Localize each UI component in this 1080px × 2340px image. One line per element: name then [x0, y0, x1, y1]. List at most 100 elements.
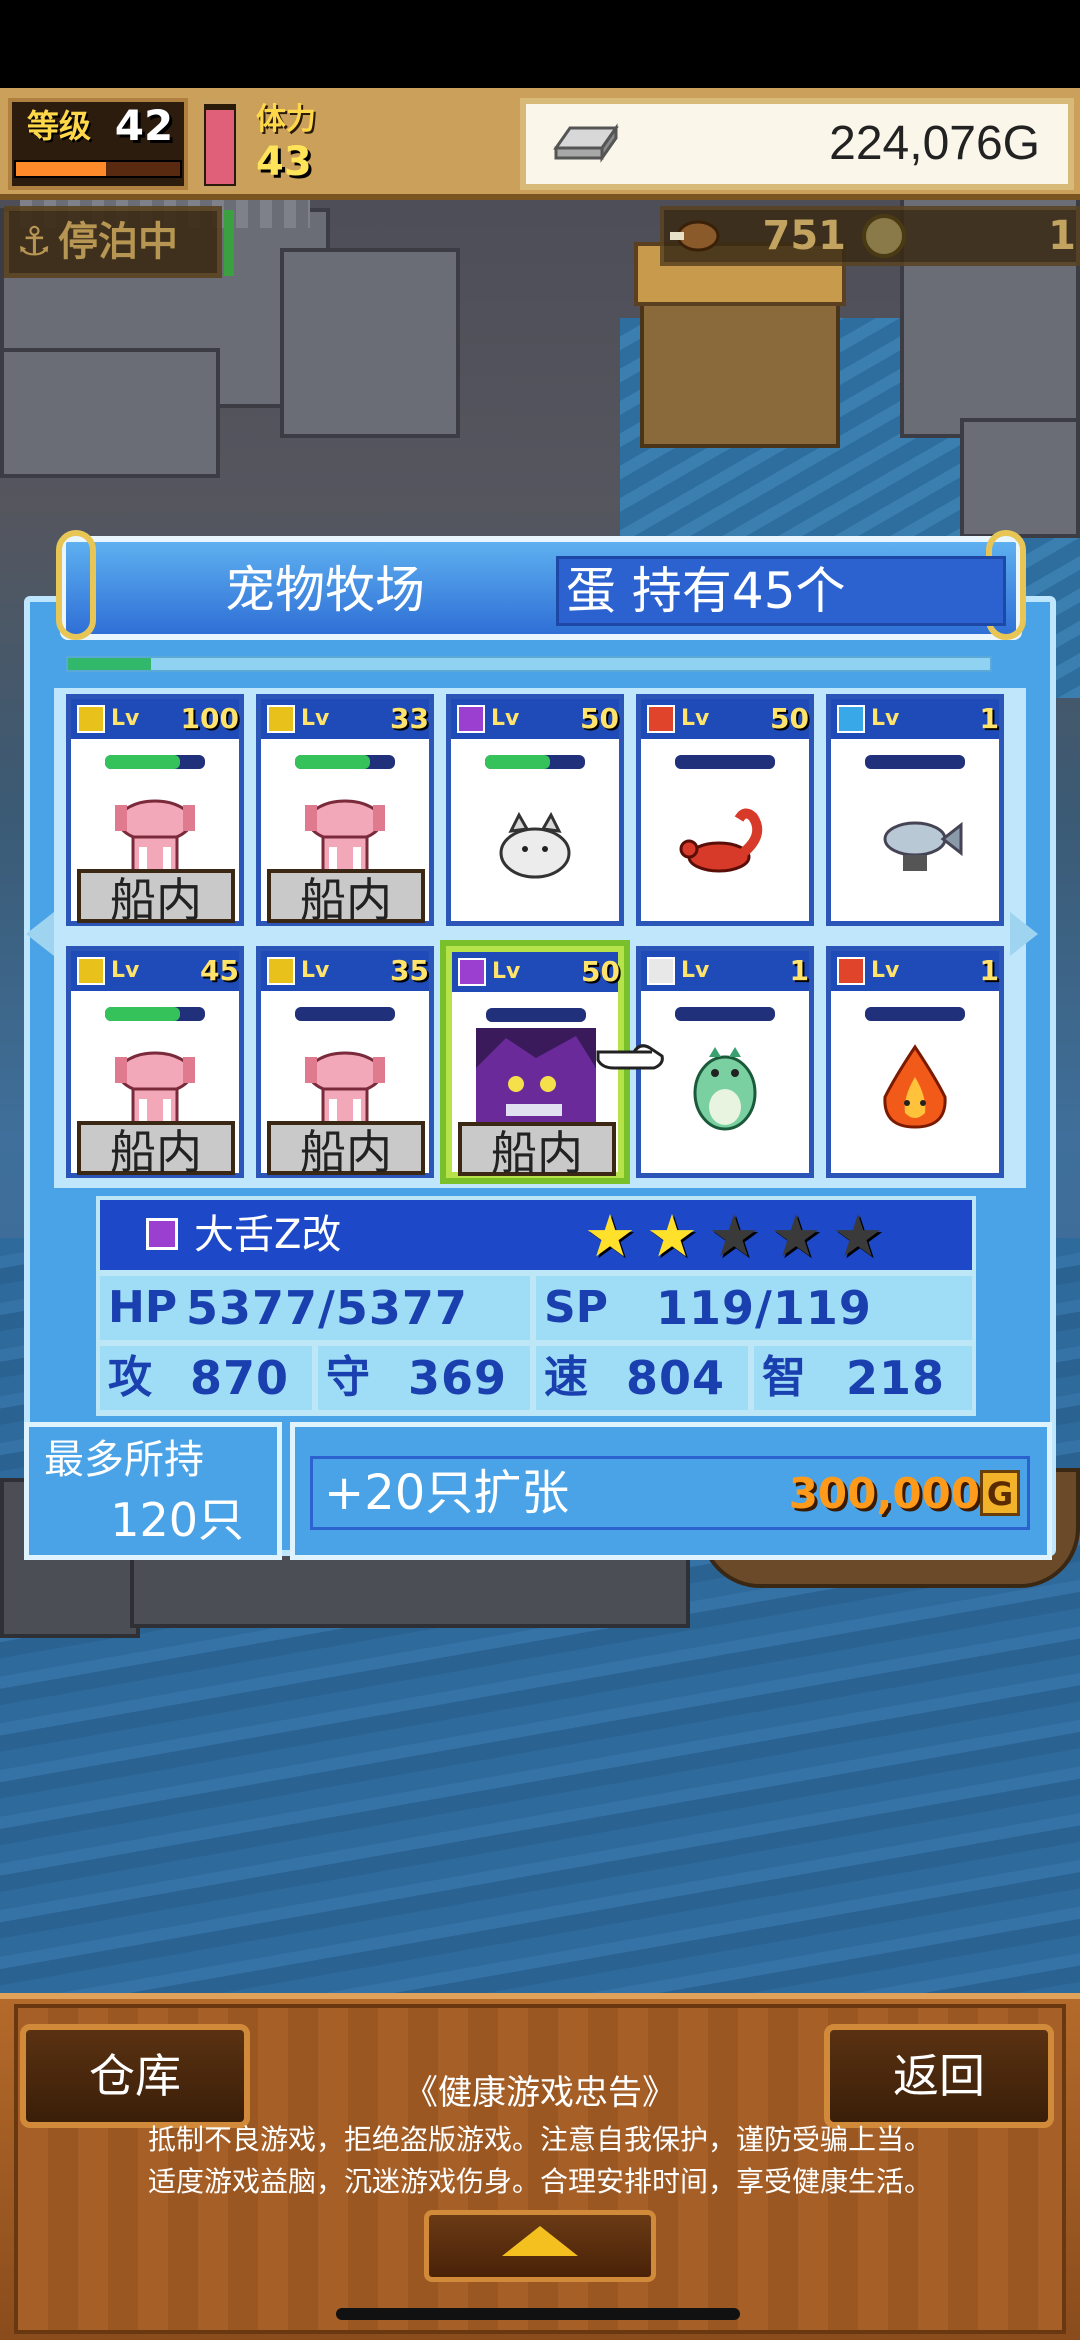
on-ship-label: 船内	[77, 869, 235, 927]
health-notice-line-2: 适度游戏益脑，沉迷游戏伤身。合理安排时间，享受健康生活。	[147, 2165, 932, 2198]
speed-value: 804	[626, 1351, 726, 1405]
level-label: Lv	[301, 958, 330, 983]
expand-cost-value: 300,000	[788, 1469, 980, 1518]
pet-card[interactable]: Lv 100 船内	[66, 694, 244, 927]
hp-bar	[105, 1007, 205, 1021]
food-value: 751	[762, 213, 847, 259]
header-ornament-left	[56, 530, 96, 640]
hp-bar-fill	[295, 755, 370, 769]
hp-bar-fill	[485, 755, 550, 769]
level-value: 33	[390, 702, 429, 735]
level-label: Lv	[111, 706, 140, 731]
gold-value: 224,076G	[829, 117, 1040, 170]
page-scroll-thumb	[68, 658, 151, 670]
gold-currency-icon: G	[980, 1470, 1020, 1516]
status-bar	[0, 0, 1080, 88]
pointer-hand-icon	[596, 1044, 664, 1070]
level-value: 50	[580, 702, 619, 735]
sp-value: 119/119	[656, 1281, 872, 1335]
prev-page-arrow-icon[interactable]	[26, 912, 54, 956]
silver-fish-sprite	[855, 775, 975, 885]
pet-card[interactable]: Lv 45 船内	[66, 946, 244, 1179]
level-label: Lv	[491, 706, 520, 731]
health-notice-title: 《健康游戏忠告》	[404, 2073, 676, 2113]
panel-title: 宠物牧场	[225, 561, 425, 619]
star-empty-icon: ★	[832, 1202, 884, 1270]
element-white-icon	[647, 957, 675, 985]
element-purple-icon	[458, 958, 486, 986]
element-gold-icon	[77, 705, 105, 733]
level-value: 35	[390, 954, 429, 987]
hp-bar	[295, 755, 395, 769]
attack-value: 870	[190, 1351, 290, 1405]
star-empty-icon: ★	[770, 1202, 822, 1270]
on-ship-label: 船内	[458, 1122, 616, 1180]
hp-bar	[105, 755, 205, 769]
level-value: 1	[979, 702, 999, 735]
hp-bar	[486, 1008, 586, 1022]
dock-indicator	[224, 210, 234, 276]
defense-value: 369	[408, 1351, 508, 1405]
silver-ingot-icon	[553, 123, 619, 163]
pet-card[interactable]: Lv 50	[636, 694, 814, 926]
anchor-icon: ⚓	[16, 219, 52, 265]
hp-bar	[295, 1007, 395, 1021]
dock-status-text: 停泊中	[58, 219, 178, 265]
stamina-value: 43	[256, 139, 312, 185]
level-value: 50	[581, 955, 620, 988]
pet-card[interactable]: Lv 50	[446, 694, 624, 926]
pet-card[interactable]: Lv 1	[826, 694, 1004, 926]
element-red-icon	[837, 957, 865, 985]
page-scroll-track	[66, 656, 992, 672]
max-capacity-value: 120只	[110, 1493, 244, 1547]
level-value: 50	[770, 702, 809, 735]
home-indicator[interactable]	[336, 2308, 740, 2320]
health-notice-line-1: 抵制不良游戏，拒绝盗版游戏。注意自我保护，谨防受骗上当。	[147, 2123, 932, 2156]
medal-coin-icon	[862, 214, 906, 258]
hp-bar	[865, 755, 965, 769]
star-empty-icon: ★	[708, 1202, 760, 1270]
level-label: Lv	[681, 958, 710, 983]
on-ship-label: 船内	[267, 1121, 425, 1179]
element-gold-icon	[77, 957, 105, 985]
intellect-value: 218	[846, 1351, 946, 1405]
defense-label: 守	[326, 1352, 370, 1403]
pet-card[interactable]: Lv 33 船内	[256, 694, 434, 927]
hp-label: HP	[108, 1282, 178, 1333]
hp-bar-fill	[105, 1007, 180, 1021]
pet-card[interactable]: Lv 1	[826, 946, 1004, 1178]
expand-capacity-label: +20只扩张	[324, 1465, 570, 1521]
level-value: 1	[979, 954, 999, 987]
level-label: Lv	[871, 706, 900, 731]
level-label: Lv	[492, 959, 521, 984]
element-purple-icon	[457, 705, 485, 733]
level-label: Lv	[871, 958, 900, 983]
star-filled-icon: ★	[584, 1202, 636, 1270]
level-label: Lv	[111, 958, 140, 983]
level-label: Lv	[301, 706, 330, 731]
element-blue-icon	[837, 705, 865, 733]
pet-card[interactable]: Lv 35 船内	[256, 946, 434, 1179]
level-value: 100	[180, 702, 239, 735]
intellect-label: 智	[762, 1352, 806, 1403]
speed-label: 速	[544, 1352, 588, 1403]
next-page-arrow-icon[interactable]	[1010, 912, 1038, 956]
level-value: 42	[114, 101, 174, 150]
max-capacity-label: 最多所持	[44, 1437, 204, 1483]
hp-bar	[675, 755, 775, 769]
meat-icon	[670, 220, 720, 252]
hp-bar-fill	[105, 755, 180, 769]
attack-label: 攻	[108, 1352, 152, 1403]
health-gauge-fill	[206, 109, 234, 184]
star-filled-icon: ★	[646, 1202, 698, 1270]
white-slime-sprite	[475, 775, 595, 885]
pet-name: 大舌Z改	[194, 1212, 342, 1258]
level-label: Lv	[681, 706, 710, 731]
hp-bar	[865, 1007, 965, 1021]
element-gold-icon	[267, 957, 295, 985]
level-value: 1	[789, 954, 809, 987]
on-ship-label: 船内	[77, 1121, 235, 1179]
hp-bar	[485, 755, 585, 769]
hp-value: 5377/5377	[186, 1281, 468, 1335]
stamina-label: 体力	[256, 102, 316, 137]
